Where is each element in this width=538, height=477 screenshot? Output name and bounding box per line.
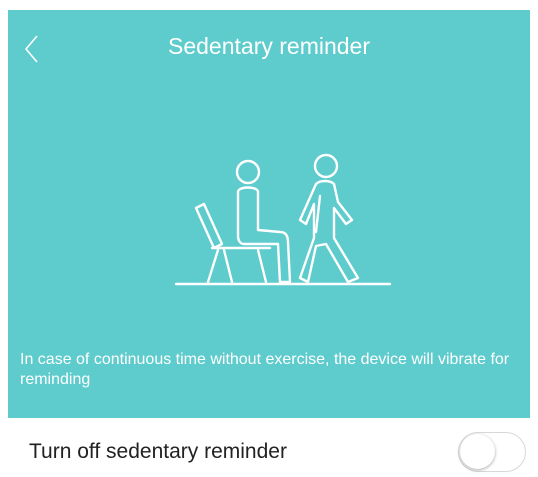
sedentary-toggle-switch[interactable] [458, 432, 526, 472]
setting-label: Turn off sedentary reminder [29, 440, 287, 463]
sedentary-toggle-row[interactable]: Turn off sedentary reminder [0, 418, 538, 477]
header-panel: Sedentary reminder In case of continuous… [8, 10, 530, 418]
description-text: In case of continuous time without exerc… [20, 351, 510, 388]
page-title: Sedentary reminder [168, 33, 370, 59]
toggle-knob [460, 434, 495, 469]
sit-and-walk-illustration-icon [174, 153, 392, 286]
